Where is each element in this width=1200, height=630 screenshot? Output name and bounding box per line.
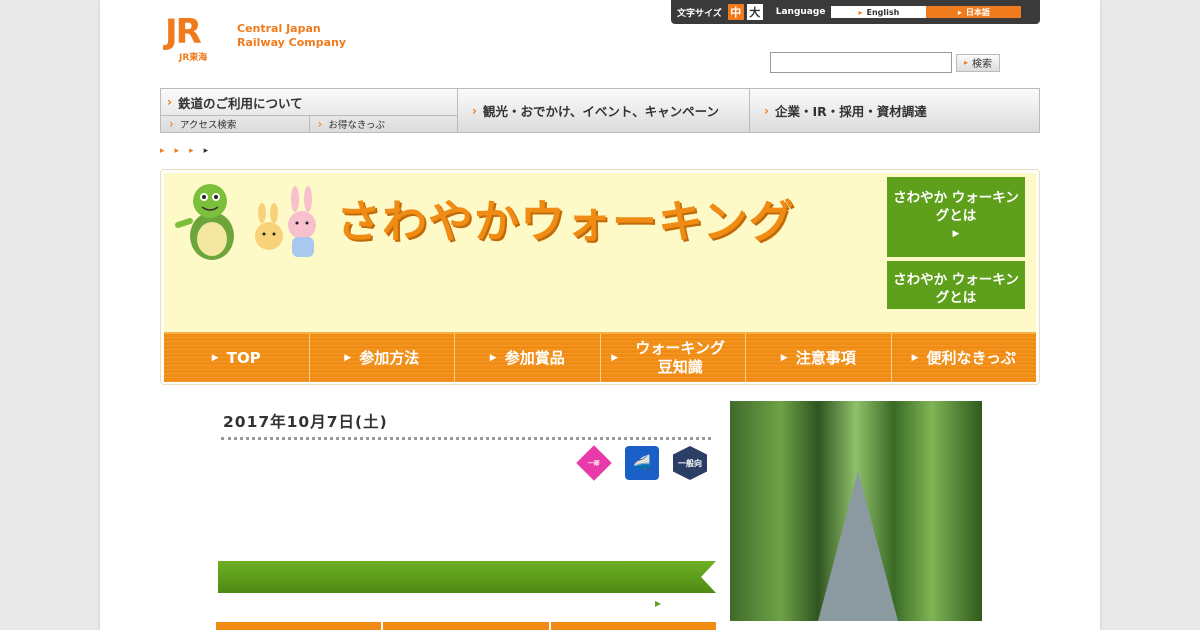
arrow-right-icon: ▸ <box>957 7 962 17</box>
tab-how-to-join[interactable]: ▶ 参加方法 <box>309 334 455 382</box>
logo-sub-text: JR東海 <box>179 53 208 63</box>
event-info-tab[interactable] <box>550 622 716 630</box>
language-japanese-label: 日本語 <box>965 7 990 17</box>
play-triangle-icon: ▸ <box>655 596 662 610</box>
nav-corporate-label: 企業・IR・採用・資材調達 <box>774 104 927 119</box>
event-info-tab[interactable] <box>216 622 382 630</box>
logo-company-name: Central Japan Railway Company <box>237 22 346 50</box>
jr-central-logo[interactable]: JR JR東海 Central Japan Railway Company <box>165 12 346 64</box>
nav-rail-usage-label: 鉄道のご利用について <box>177 95 303 111</box>
hero-title: さわやかウォーキング <box>336 195 795 248</box>
tab-top[interactable]: ▶ TOP <box>164 334 310 382</box>
play-triangle-icon: ▶ <box>344 352 352 363</box>
play-triangle-icon: ▶ <box>780 352 788 363</box>
about-walking-button[interactable]: さわやか ウォーキングとは ▶ <box>887 177 1025 257</box>
hero-inner: さわやかウォーキング さわやか ウォーキングとは ▶ さわやか ウォーキングとは… <box>164 173 1036 382</box>
logo-line-2: Railway Company <box>237 36 347 49</box>
font-size-medium-button[interactable]: 中 <box>727 4 744 20</box>
font-size-large-button[interactable]: 大 <box>746 4 763 20</box>
event-course-banner <box>218 561 716 593</box>
nav-value-tickets-label: お得なきっぷ <box>328 120 385 132</box>
arrow-right-icon: ▸ <box>963 58 968 67</box>
utility-bar: 文字サイズ 中 大 Language ▸ English ▸ 日本語 <box>671 0 1040 24</box>
photo-path <box>818 471 898 621</box>
event-badges: 一部 🚄 一般向 <box>576 445 707 481</box>
logo-jr-text: JR <box>165 12 202 52</box>
chevron-right-icon: › <box>167 95 172 110</box>
search-button-label: 検索 <box>972 59 992 70</box>
event-info-tab[interactable] <box>383 622 549 630</box>
play-triangle-icon: ▶ <box>911 352 919 363</box>
hero-banner: さわやかウォーキング さわやか ウォーキングとは ▶ さわやか ウォーキングとは… <box>160 169 1040 385</box>
language-english-label: English <box>866 7 900 17</box>
dotted-divider <box>221 437 711 440</box>
font-size-label: 文字サイズ <box>677 8 722 19</box>
site-search: ▸ 検索 <box>764 52 1000 73</box>
breadcrumb-current: ▸ <box>204 146 209 156</box>
chevron-right-icon: › <box>472 103 477 118</box>
shinkansen-icon: 🚄 <box>625 446 659 480</box>
tab-label: ウォーキング 豆知識 <box>635 339 725 376</box>
play-triangle-icon: ▶ <box>611 352 619 363</box>
mascot-illustration <box>175 184 316 260</box>
caret-right-icon: ▸ <box>189 146 194 156</box>
nav-tourism-events[interactable]: › 観光・おでかけ、イベント、キャンペーン <box>458 89 750 132</box>
about-walking-label: さわやか ウォーキングとは <box>893 190 1019 224</box>
nav-tourism-events-label: 観光・おでかけ、イベント、キャンペーン <box>482 104 719 119</box>
search-button[interactable]: ▸ 検索 <box>956 53 1000 72</box>
language-japanese-button[interactable]: ▸ 日本語 <box>926 6 1022 18</box>
breadcrumb-item[interactable]: ▸ <box>189 146 194 156</box>
tab-tickets[interactable]: ▶ 便利なきっぷ <box>891 334 1036 382</box>
train-icon: 🚄 <box>633 455 651 471</box>
chevron-right-icon: › <box>764 103 769 118</box>
global-nav-rail-group: › 鉄道のご利用について › アクセス検索 › お得なきっぷ <box>161 89 458 132</box>
nav-corporate[interactable]: › 企業・IR・採用・資材調達 <box>750 89 1039 132</box>
play-triangle-icon: ▶ <box>952 229 960 239</box>
tab-label: TOP <box>226 348 261 367</box>
partial-course-icon: 一部 <box>576 445 612 481</box>
arrow-right-icon: ▸ <box>858 7 863 17</box>
about-walking-button-secondary[interactable]: さわやか ウォーキングとは <box>887 261 1025 309</box>
jr-logo-mark: JR JR東海 <box>165 12 229 64</box>
event-detail-link[interactable]: ▸ <box>655 596 661 610</box>
language-english-button[interactable]: ▸ English <box>831 6 927 18</box>
nav-access-search[interactable]: › アクセス検索 <box>161 116 310 132</box>
language-label: Language <box>775 7 826 17</box>
forest-path-photo <box>730 401 982 621</box>
nav-access-search-label: アクセス検索 <box>179 120 237 132</box>
play-triangle-icon: ▶ <box>211 352 219 363</box>
play-triangle-icon: ▶ <box>489 352 497 363</box>
tab-label: 便利なきっぷ <box>926 348 1016 367</box>
logo-line-1: Central Japan <box>237 22 321 35</box>
caret-right-icon: ▸ <box>203 146 209 156</box>
general-audience-icon: 一般向 <box>673 446 707 480</box>
tab-walking-tips[interactable]: ▶ ウォーキング 豆知識 <box>600 334 746 382</box>
page-container: JR JR東海 Central Japan Railway Company 文字… <box>100 0 1100 630</box>
tab-label: 参加賞品 <box>504 348 565 367</box>
tab-label: 参加方法 <box>359 348 420 367</box>
event-info-tabs <box>216 622 716 630</box>
breadcrumb-item[interactable]: ▸ <box>175 146 180 156</box>
chevron-right-icon: › <box>317 117 323 132</box>
tab-notes[interactable]: ▶ 注意事項 <box>746 334 892 382</box>
tab-label: 注意事項 <box>795 348 856 367</box>
breadcrumb-item[interactable]: ▸ <box>160 146 165 156</box>
global-nav: › 鉄道のご利用について › アクセス検索 › お得なきっぷ › 観光・おでかけ、イベン… <box>160 88 1040 133</box>
search-input[interactable] <box>770 52 952 73</box>
chevron-right-icon: › <box>169 117 174 132</box>
section-tabs: ▶ TOP ▶ 参加方法 ▶ 参加賞品 ▶ ウォーキング 豆知識 ▶ 注意事項 ▶ 便利なき… <box>164 332 1036 382</box>
nav-value-tickets[interactable]: › お得なきっぷ <box>310 116 458 132</box>
breadcrumb: ▸ ▸ ▸ ▸ <box>160 146 218 156</box>
caret-right-icon: ▸ <box>174 146 180 156</box>
nav-rail-subitems: › アクセス検索 › お得なきっぷ <box>161 116 457 132</box>
event-date: 2017年10月7日(土) <box>223 413 388 431</box>
nav-rail-usage[interactable]: › 鉄道のご利用について <box>161 89 457 117</box>
about-walking-label-secondary: さわやか ウォーキングとは <box>893 272 1019 306</box>
caret-right-icon: ▸ <box>160 146 165 156</box>
tab-prizes[interactable]: ▶ 参加賞品 <box>455 334 601 382</box>
